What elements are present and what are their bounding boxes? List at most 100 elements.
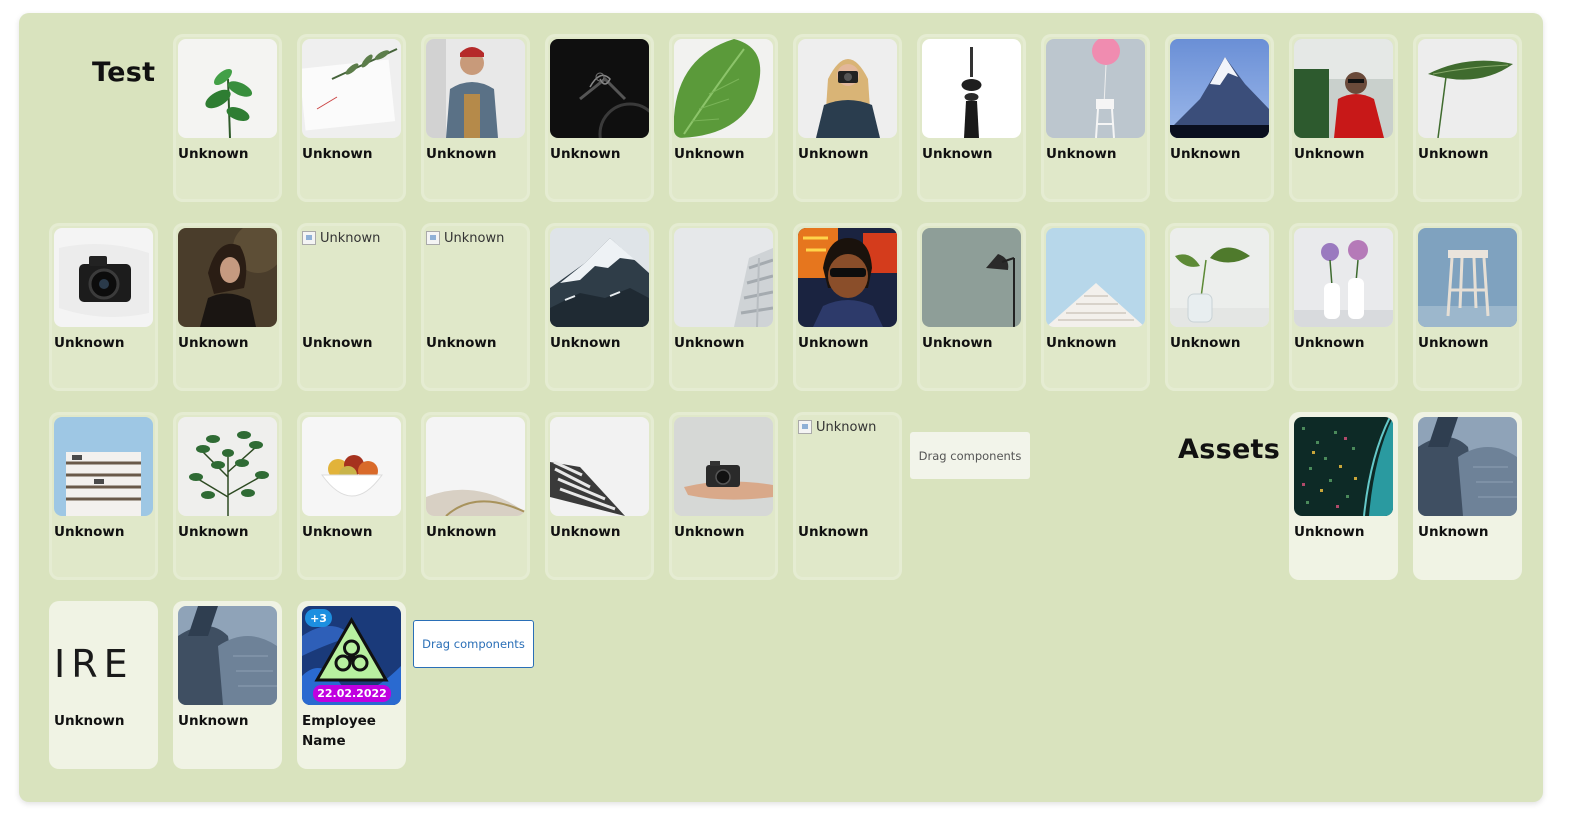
fruit-bowl-image bbox=[302, 417, 401, 516]
card-label: Unknown bbox=[550, 146, 621, 162]
image-card[interactable]: Unknown bbox=[917, 223, 1026, 391]
woman-red-coat-image bbox=[1294, 39, 1393, 138]
image-card[interactable]: Unknown bbox=[917, 34, 1026, 202]
asset-card[interactable]: Unknown bbox=[1413, 412, 1522, 580]
card-label: Unknown bbox=[1170, 146, 1241, 162]
card-label: Unknown bbox=[922, 146, 993, 162]
broken-image-icon: Unknown bbox=[798, 417, 898, 437]
image-card[interactable]: Unknown bbox=[1413, 34, 1522, 202]
card-label: Unknown bbox=[1418, 146, 1489, 162]
metal-architecture-image bbox=[1418, 417, 1517, 516]
card-label: Unknown bbox=[798, 335, 869, 351]
snowy-mountain-image bbox=[550, 228, 649, 327]
card-label: Unknown bbox=[54, 335, 125, 351]
card-label: Unknown bbox=[1294, 524, 1365, 540]
broken-image-icon: Unknown bbox=[302, 228, 402, 248]
woman-portrait-image bbox=[178, 228, 277, 327]
card-label: Unknown bbox=[1294, 146, 1365, 162]
image-card[interactable]: Unknown bbox=[297, 412, 406, 580]
image-card[interactable]: Unknown bbox=[545, 412, 654, 580]
image-card[interactable]: Unknown bbox=[49, 412, 158, 580]
image-card[interactable]: Unknown bbox=[297, 34, 406, 202]
monstera-vase-image bbox=[1170, 228, 1269, 327]
card-label: Unknown bbox=[1418, 524, 1489, 540]
group-title-assets: Assets bbox=[1178, 434, 1281, 465]
paper-leaf-image bbox=[302, 39, 401, 138]
image-card[interactable]: Unknown bbox=[669, 412, 778, 580]
balloon-chair-image bbox=[1046, 39, 1145, 138]
man-portrait-image bbox=[426, 39, 525, 138]
white-pyramid-building-image bbox=[1046, 228, 1145, 327]
employee-name-label: Employee Name bbox=[302, 713, 376, 749]
card-label: Unknown bbox=[550, 524, 621, 540]
bicycle-dark-image bbox=[550, 39, 649, 138]
card-label: Unknown bbox=[1046, 146, 1117, 162]
card-label: Unknown bbox=[302, 524, 373, 540]
image-card[interactable]: IRE Unknown bbox=[49, 601, 158, 769]
image-card[interactable]: Unknown bbox=[1041, 34, 1150, 202]
white-curve-building-image bbox=[426, 417, 525, 516]
drag-components-dropzone-active[interactable]: Drag components bbox=[413, 620, 534, 668]
image-card[interactable]: Unknown bbox=[421, 412, 530, 580]
wall-lamp-image bbox=[922, 228, 1021, 327]
image-card[interactable]: Unknown bbox=[1289, 34, 1398, 202]
dotted-abstract-image bbox=[1294, 417, 1393, 516]
date-badge: 22.02.2022 bbox=[313, 685, 391, 702]
image-card[interactable]: Unknown bbox=[669, 34, 778, 202]
image-card[interactable]: Unknown Unknown bbox=[421, 223, 530, 391]
image-card[interactable]: Unknown bbox=[1165, 34, 1274, 202]
card-label: Unknown bbox=[1046, 335, 1117, 351]
card-label: Unknown bbox=[302, 335, 373, 351]
asset-card[interactable]: Unknown bbox=[1289, 412, 1398, 580]
broken-image-icon: Unknown bbox=[426, 228, 526, 248]
mountain-peak-image bbox=[1170, 39, 1269, 138]
image-card[interactable]: Unknown bbox=[1289, 223, 1398, 391]
image-card[interactable]: Unknown bbox=[793, 34, 902, 202]
count-badge: +3 bbox=[305, 609, 332, 627]
card-label: Unknown bbox=[178, 146, 249, 162]
card-label: Unknown bbox=[1294, 335, 1365, 351]
group-title-test: Test bbox=[92, 57, 156, 88]
wooden-stool-image bbox=[1418, 228, 1517, 327]
image-card[interactable]: Unknown bbox=[173, 34, 282, 202]
card-label: Unknown bbox=[302, 146, 373, 162]
card-label: Unknown bbox=[54, 524, 125, 540]
image-card[interactable]: Unknown bbox=[1413, 223, 1522, 391]
card-label: Unknown bbox=[426, 524, 497, 540]
image-card[interactable]: Unknown bbox=[545, 34, 654, 202]
image-card[interactable]: Unknown bbox=[173, 223, 282, 391]
drag-components-dropzone[interactable]: Drag components bbox=[910, 432, 1030, 479]
card-label: Unknown bbox=[178, 713, 249, 729]
building-corner-image bbox=[674, 228, 773, 327]
image-card[interactable]: Unknown bbox=[545, 223, 654, 391]
image-card[interactable]: Unknown bbox=[669, 223, 778, 391]
green-leaf-image bbox=[674, 39, 773, 138]
image-card[interactable]: Unknown Unknown bbox=[793, 412, 902, 580]
card-label: Unknown bbox=[426, 146, 497, 162]
card-label: Unknown bbox=[798, 146, 869, 162]
metal-architecture-image bbox=[178, 606, 277, 705]
image-card[interactable]: Unknown bbox=[173, 412, 282, 580]
employee-card[interactable]: +3 22.02.2022 Employee Name bbox=[297, 601, 406, 769]
text-tile: IRE bbox=[54, 642, 134, 686]
image-card[interactable]: Unknown bbox=[173, 601, 282, 769]
card-label: Unknown bbox=[1170, 335, 1241, 351]
tv-tower-image bbox=[922, 39, 1021, 138]
card-label: Unknown bbox=[798, 524, 869, 540]
image-card[interactable]: Unknown bbox=[1165, 223, 1274, 391]
image-card[interactable]: Unknown bbox=[793, 223, 902, 391]
card-label: Unknown bbox=[674, 146, 745, 162]
board-canvas: Test Unknown Unknown Unknown Unknown Unk… bbox=[19, 13, 1543, 802]
leafy-plant-image bbox=[178, 417, 277, 516]
card-label: Unknown bbox=[1418, 335, 1489, 351]
card-label: Unknown bbox=[922, 335, 993, 351]
image-card[interactable]: Unknown Unknown bbox=[297, 223, 406, 391]
image-card[interactable]: Unknown bbox=[49, 223, 158, 391]
image-card[interactable]: Unknown bbox=[1041, 223, 1150, 391]
striped-roof-image bbox=[550, 417, 649, 516]
card-label: Unknown bbox=[550, 335, 621, 351]
camera-image bbox=[54, 228, 153, 327]
image-card[interactable]: Unknown bbox=[421, 34, 530, 202]
plant-sprout-image bbox=[178, 39, 277, 138]
card-label: Unknown bbox=[178, 524, 249, 540]
